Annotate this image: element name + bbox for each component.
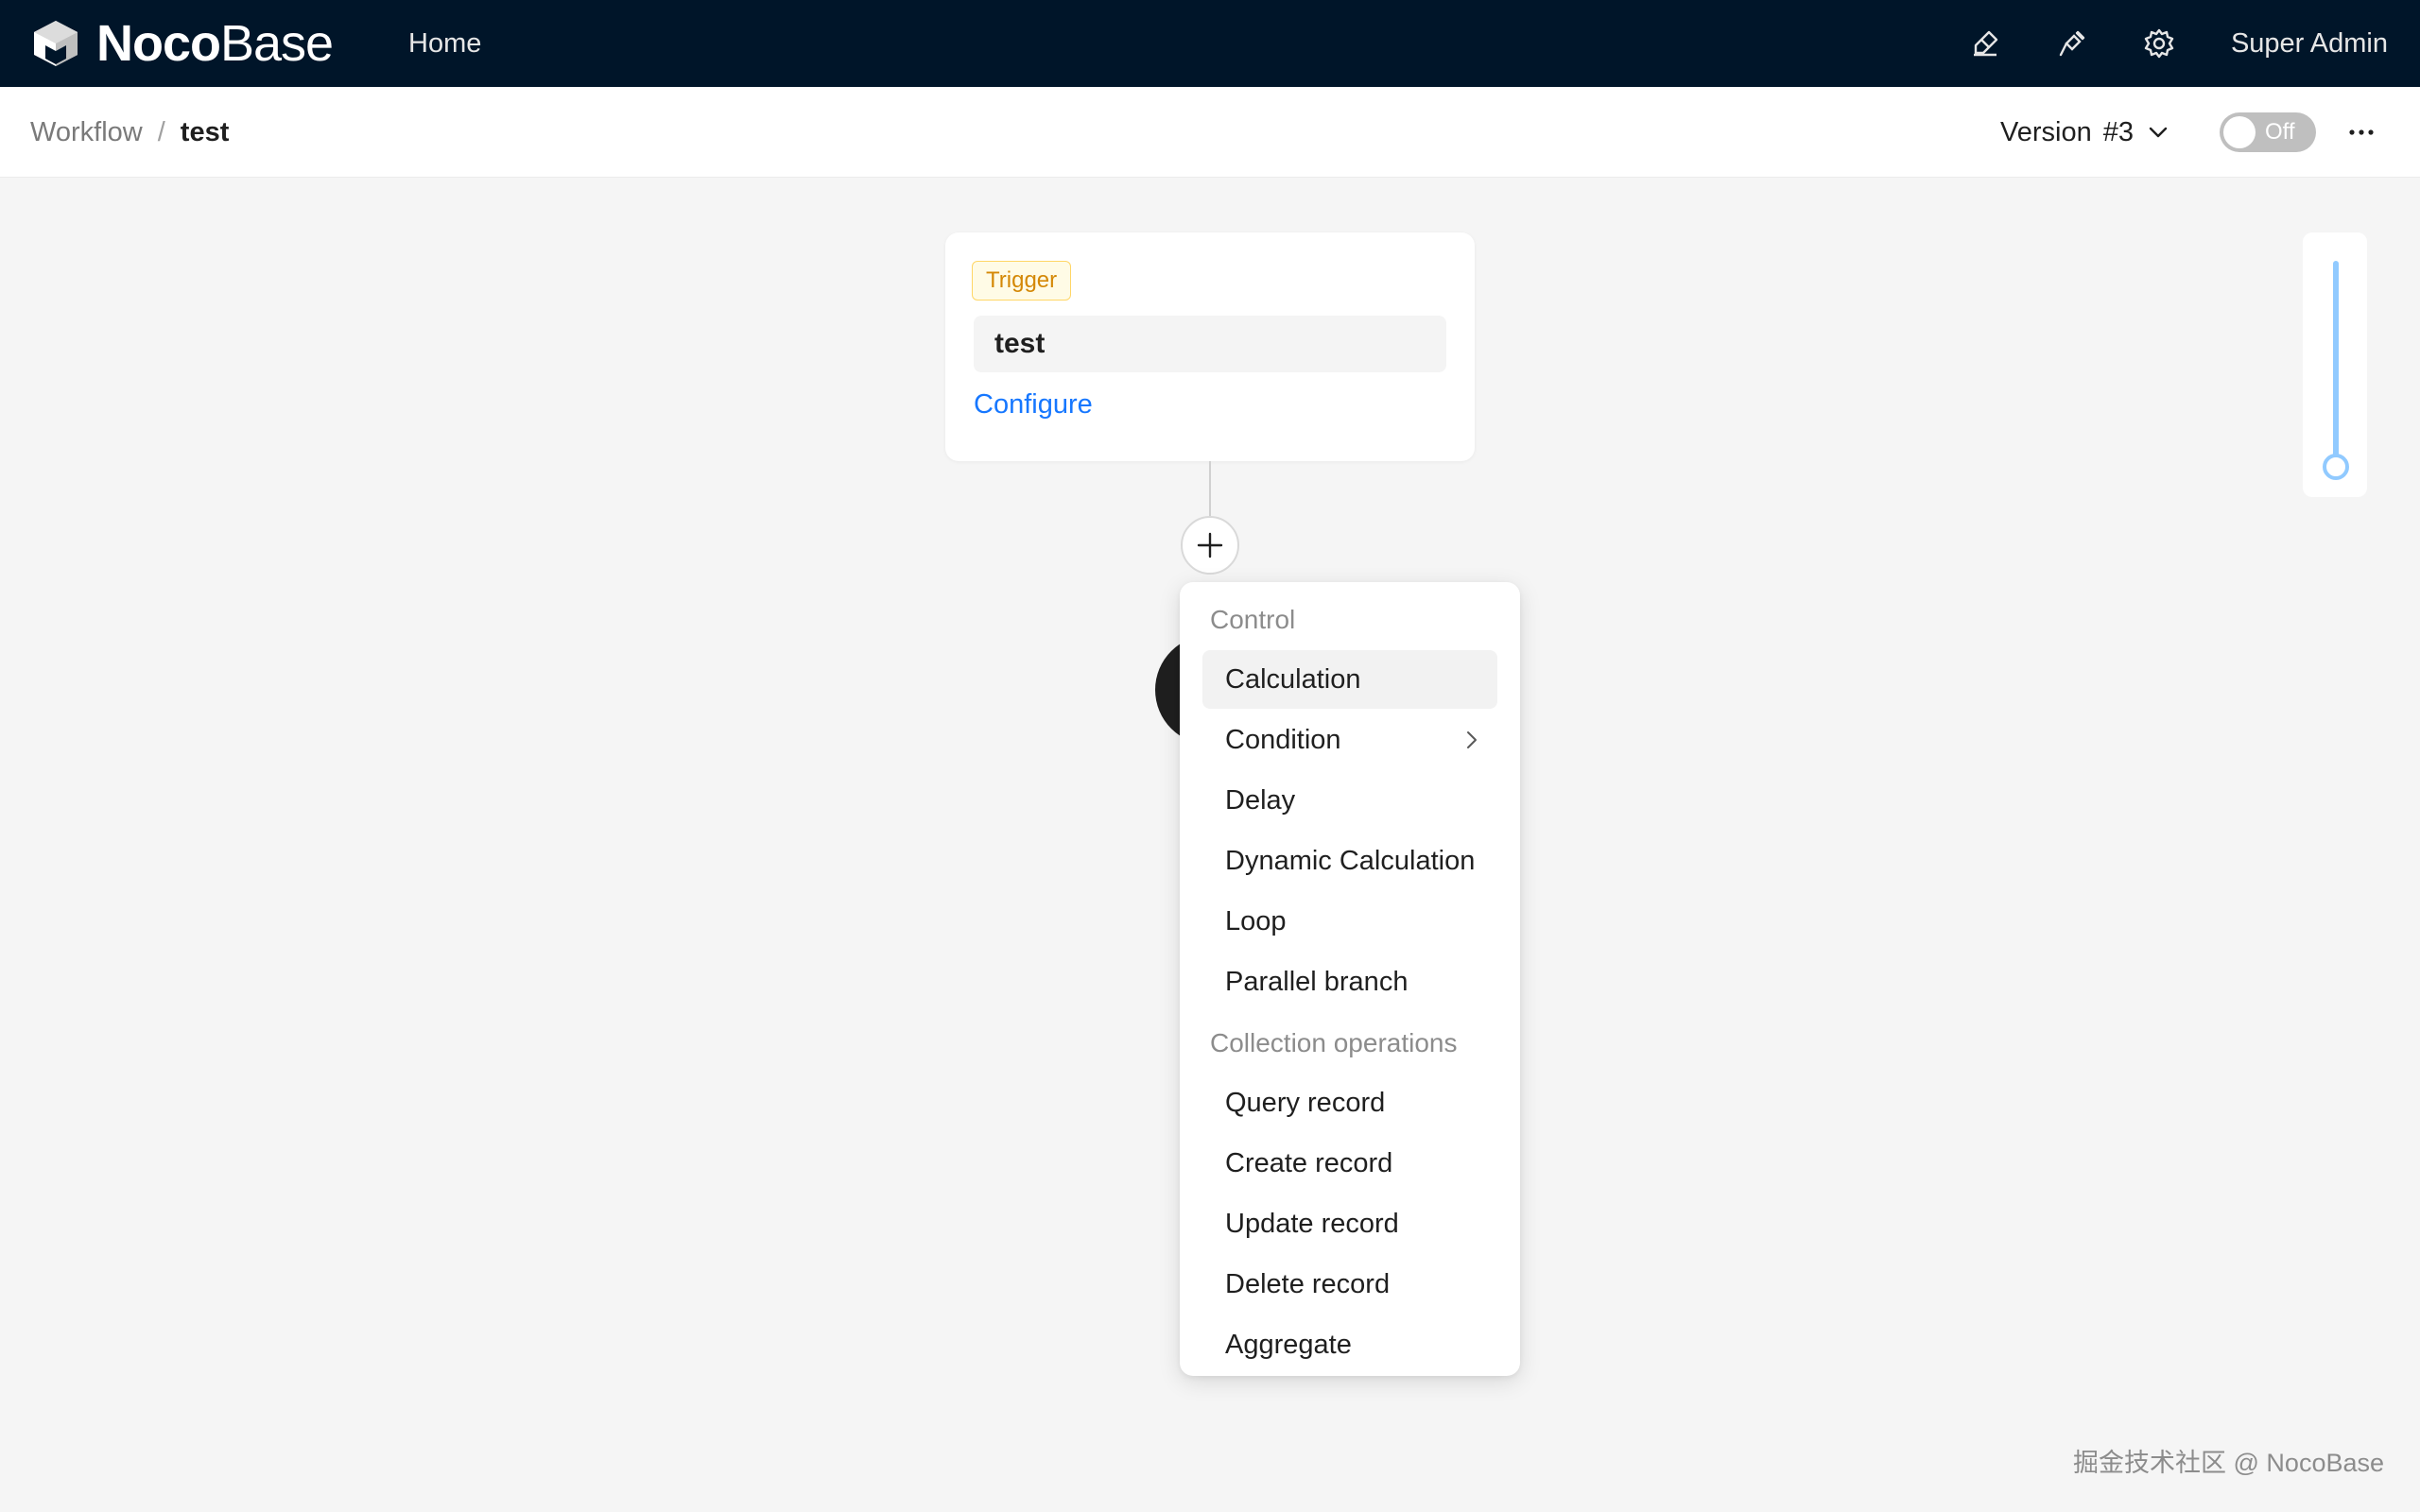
- breadcrumb-current: test: [180, 117, 230, 147]
- workflow-header: Workflow / test Version #3 Off: [0, 87, 2420, 178]
- nocobase-logo[interactable]: NocoBase: [28, 15, 334, 72]
- workflow-enable-toggle[interactable]: Off: [2220, 112, 2316, 152]
- more-options-icon[interactable]: [2344, 115, 2378, 149]
- zoom-slider-track[interactable]: [2333, 261, 2339, 461]
- brush-icon[interactable]: [1966, 25, 2004, 62]
- menu-item-aggregate[interactable]: Aggregate: [1202, 1315, 1497, 1374]
- menu-item-delay[interactable]: Delay: [1202, 771, 1497, 830]
- breadcrumb: Workflow / test: [30, 113, 229, 151]
- menu-item-calculation[interactable]: Calculation: [1202, 650, 1497, 709]
- logo-icon: [34, 21, 78, 66]
- menu-item-dynamic-calculation[interactable]: Dynamic Calculation: [1202, 832, 1497, 890]
- menu-item-update-record[interactable]: Update record: [1202, 1194, 1497, 1253]
- node-connector-line: [1209, 461, 1211, 518]
- trigger-tag: Trigger: [972, 261, 1072, 301]
- trigger-title[interactable]: test: [974, 316, 1446, 372]
- zoom-slider[interactable]: [2303, 232, 2367, 497]
- menu-item-query-record[interactable]: Query record: [1202, 1074, 1497, 1132]
- zoom-slider-handle[interactable]: [2323, 454, 2349, 480]
- user-menu[interactable]: Super Admin: [2231, 25, 2388, 62]
- menu-item-loop[interactable]: Loop: [1202, 892, 1497, 951]
- breadcrumb-workflow-link[interactable]: Workflow: [30, 113, 143, 151]
- version-value: #3: [2102, 117, 2134, 147]
- gear-icon[interactable]: [2140, 25, 2178, 62]
- plug-icon[interactable]: [2053, 25, 2091, 62]
- menu-item-create-record[interactable]: Create record: [1202, 1134, 1497, 1193]
- brand-name: NocoBase: [96, 15, 334, 72]
- breadcrumb-separator: /: [157, 117, 165, 147]
- watermark: 掘金技术社区 @ NocoBase: [2073, 1449, 2384, 1477]
- top-navigation-bar: NocoBase Home Super Admin: [0, 0, 2420, 87]
- plus-icon: [1197, 532, 1223, 558]
- version-label: Version: [2000, 117, 2092, 147]
- menu-item-condition[interactable]: Condition: [1202, 711, 1497, 769]
- menu-group-control: Control: [1210, 605, 1296, 634]
- menu-item-condition-label: Condition: [1225, 725, 1341, 755]
- version-dropdown[interactable]: Version #3: [2000, 113, 2169, 151]
- add-node-menu: Control Calculation Condition Delay Dyna…: [1180, 582, 1520, 1376]
- nav-home-link[interactable]: Home: [408, 25, 481, 62]
- menu-item-parallel-branch[interactable]: Parallel branch: [1202, 953, 1497, 1011]
- chevron-down-icon: [2149, 127, 2168, 138]
- configure-link[interactable]: Configure: [974, 386, 1093, 423]
- toggle-knob: [2223, 116, 2256, 148]
- add-node-button[interactable]: [1181, 516, 1239, 575]
- brand-name-bold: Noco: [96, 15, 221, 72]
- toggle-label: Off: [2265, 119, 2295, 145]
- menu-item-delete-record[interactable]: Delete record: [1202, 1255, 1497, 1314]
- brand-name-light: Base: [220, 15, 334, 72]
- menu-group-collection-operations: Collection operations: [1210, 1028, 1458, 1057]
- chevron-right-icon: [1467, 731, 1477, 748]
- trigger-node-card[interactable]: Trigger test: [945, 232, 1475, 461]
